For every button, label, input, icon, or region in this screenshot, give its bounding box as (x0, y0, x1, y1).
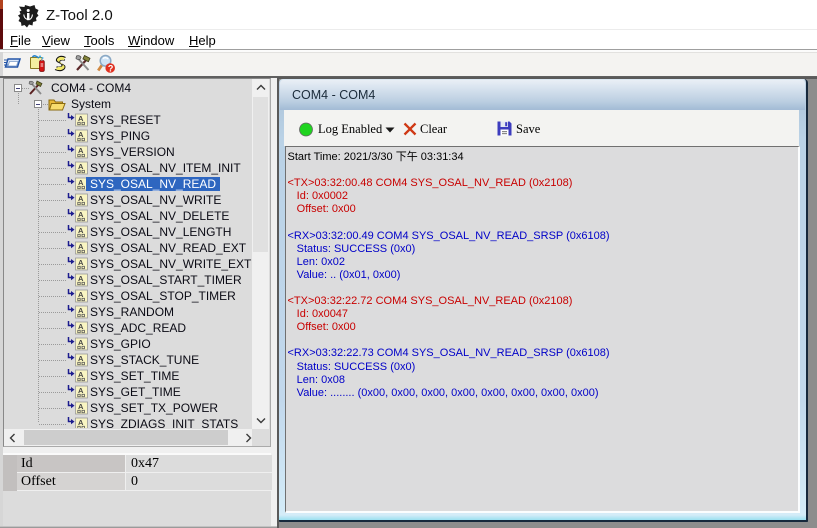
svg-text:A: A (78, 194, 84, 203)
svg-text:A: A (78, 130, 84, 139)
svg-text:?: ? (108, 63, 114, 73)
svg-text:A: A (78, 338, 84, 347)
svg-text:A: A (78, 162, 84, 171)
svg-text:A: A (78, 226, 84, 235)
svg-text:A: A (78, 242, 84, 251)
svg-text:A: A (78, 274, 84, 283)
svg-text:A: A (78, 354, 84, 363)
svg-text:A: A (78, 322, 84, 331)
svg-text:A: A (78, 370, 84, 379)
svg-text:A: A (78, 114, 84, 123)
svg-text:A: A (78, 178, 84, 187)
svg-text:A: A (78, 386, 84, 395)
svg-text:A: A (78, 210, 84, 219)
svg-text:A: A (78, 402, 84, 411)
svg-text:A: A (78, 258, 84, 267)
svg-text:A: A (78, 418, 84, 427)
svg-text:A: A (78, 306, 84, 315)
svg-text:A: A (78, 290, 84, 299)
svg-text:A: A (78, 146, 84, 155)
